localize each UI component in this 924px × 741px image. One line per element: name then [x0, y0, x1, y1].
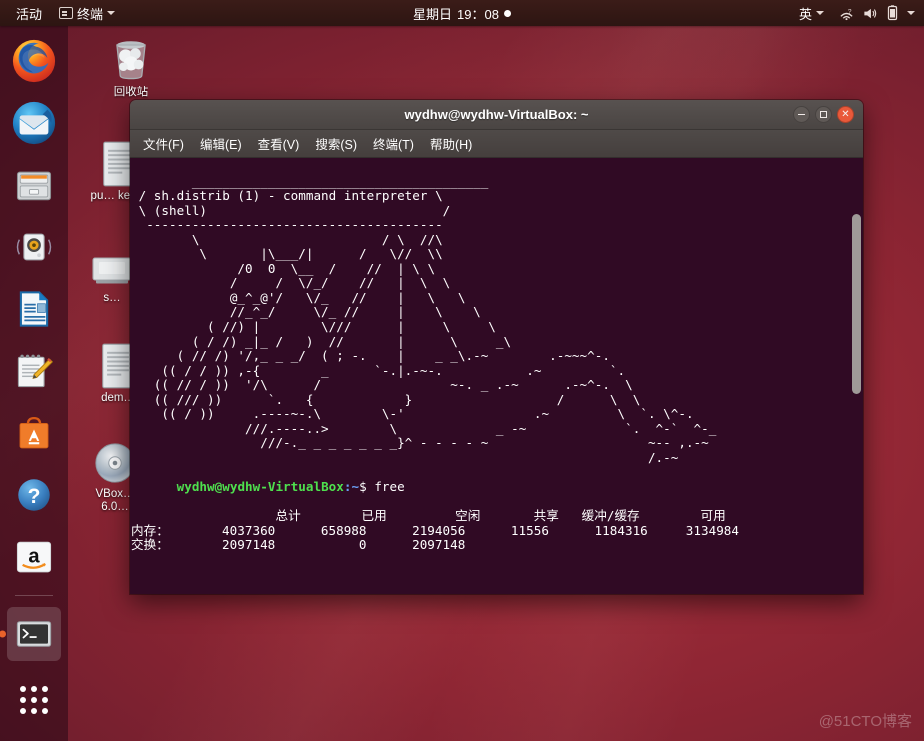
watermark: @51CTO博客: [818, 713, 912, 730]
ascii-art: _______________________________________ …: [138, 173, 717, 465]
svg-text:a: a: [28, 545, 40, 567]
menu-terminal[interactable]: 终端(T): [366, 131, 421, 156]
menu-view[interactable]: 查看(V): [251, 131, 307, 156]
notepad-pencil-icon: [17, 354, 53, 388]
desktop-icon-disk-drive[interactable]: s…: [88, 250, 136, 305]
terminal-window[interactable]: wydhw@wydhw-VirtualBox: ~ ✕ 文件(F) 编辑(E) …: [130, 100, 863, 594]
thunderbird-icon: [12, 101, 56, 145]
terminal-body[interactable]: _______________________________________ …: [130, 158, 863, 594]
dock-item-ubuntu-software[interactable]: [7, 406, 61, 460]
speaker-icon: [16, 233, 52, 261]
app-menu-button[interactable]: 终端: [52, 2, 122, 25]
top-panel: 活动 终端 星期日 19：08 英 ?: [0, 0, 924, 26]
input-method-label: 英: [798, 6, 812, 22]
chevron-down-icon: [816, 11, 824, 15]
menu-edit[interactable]: 编辑(E): [193, 131, 249, 156]
show-applications-button[interactable]: [7, 673, 61, 727]
file-cabinet-icon: [16, 171, 52, 201]
dock-item-text-editor[interactable]: [7, 344, 61, 398]
menu-file[interactable]: 文件(F): [136, 131, 191, 156]
scrollbar-thumb[interactable]: [852, 214, 861, 394]
prompt-user-host: wydhw@wydhw-VirtualBox: [176, 479, 344, 495]
system-menu-chevron-down-icon[interactable]: [907, 11, 915, 15]
menu-file-label: 文件(F): [143, 138, 184, 152]
question-mark-icon: ?: [18, 479, 50, 511]
apps-grid-icon: [20, 686, 48, 714]
drive-icon: [92, 257, 132, 284]
chevron-down-icon: [107, 11, 116, 15]
dock-separator: [15, 595, 53, 596]
menu-edit-label: 编辑(E): [199, 138, 242, 152]
command-text: free: [374, 479, 405, 495]
dock-item-amazon[interactable]: a: [7, 530, 61, 584]
menu-search-label: 搜索(S): [315, 138, 357, 152]
amazon-icon: a: [16, 541, 52, 573]
clock-time: 19：08: [457, 6, 499, 22]
network-icon[interactable]: ?: [839, 6, 854, 21]
activities-button[interactable]: 活动: [9, 2, 49, 25]
dock-item-rhythmbox[interactable]: [7, 220, 61, 274]
dock: ? a: [0, 26, 68, 741]
clock-button[interactable]: 星期日 19：08: [405, 0, 519, 26]
prompt-symbol: $: [359, 479, 375, 495]
menu-terminal-label: 终端(T): [372, 138, 414, 152]
terminal-icon: [16, 621, 52, 647]
terminal-scrollbar[interactable]: [850, 158, 863, 594]
app-menu-label: 终端: [77, 6, 104, 22]
dock-item-files[interactable]: [7, 158, 61, 212]
dock-item-thunderbird[interactable]: [7, 96, 61, 150]
dock-item-terminal[interactable]: [7, 607, 61, 661]
activities-label: 活动: [16, 6, 43, 22]
svg-text:?: ?: [848, 8, 852, 15]
battery-icon[interactable]: [886, 5, 899, 21]
terminal-output: _______________________________________ …: [130, 158, 739, 567]
desktop-icon-trash[interactable]: 回收站: [88, 32, 174, 99]
menu-help-label: 帮助(H): [429, 138, 473, 152]
shopping-bag-a-icon: [19, 416, 49, 449]
dock-item-libreoffice-writer[interactable]: [7, 282, 61, 336]
dock-item-firefox[interactable]: [7, 34, 61, 88]
dock-item-help[interactable]: ?: [7, 468, 61, 522]
svg-text:?: ?: [28, 485, 41, 508]
notification-dot-icon: [503, 9, 511, 17]
trash-icon: [116, 41, 146, 80]
top-panel-left: 活动 终端: [0, 2, 122, 25]
top-panel-tray: 英 ?: [792, 2, 924, 25]
clock-weekday: 星期日: [413, 6, 453, 22]
input-method-button[interactable]: 英: [792, 2, 831, 25]
prompt-path: :~: [343, 479, 360, 495]
menu-help[interactable]: 帮助(H): [423, 131, 479, 156]
free-table: 总计 已用 空闲 共享 缓冲/缓存 可用 内存： 4037360 658988 …: [131, 508, 739, 553]
terminal-title: wydhw@wydhw-VirtualBox: ~: [404, 107, 589, 122]
terminal-icon: [59, 7, 74, 19]
document-icon: [19, 291, 49, 327]
maximize-button[interactable]: [815, 106, 832, 123]
minimize-button[interactable]: [793, 106, 810, 123]
menu-search[interactable]: 搜索(S): [308, 131, 364, 156]
desktop-icon-label: 回收站: [113, 86, 149, 98]
firefox-icon: [12, 39, 56, 83]
window-controls: ✕: [793, 106, 863, 123]
menu-view-label: 查看(V): [257, 138, 300, 152]
desktop-icon-label: s…: [103, 292, 121, 304]
close-button[interactable]: ✕: [837, 106, 854, 123]
terminal-titlebar[interactable]: wydhw@wydhw-VirtualBox: ~ ✕: [130, 100, 863, 130]
terminal-menubar: 文件(F) 编辑(E) 查看(V) 搜索(S) 终端(T) 帮助(H): [130, 130, 863, 158]
volume-icon[interactable]: [862, 6, 878, 21]
